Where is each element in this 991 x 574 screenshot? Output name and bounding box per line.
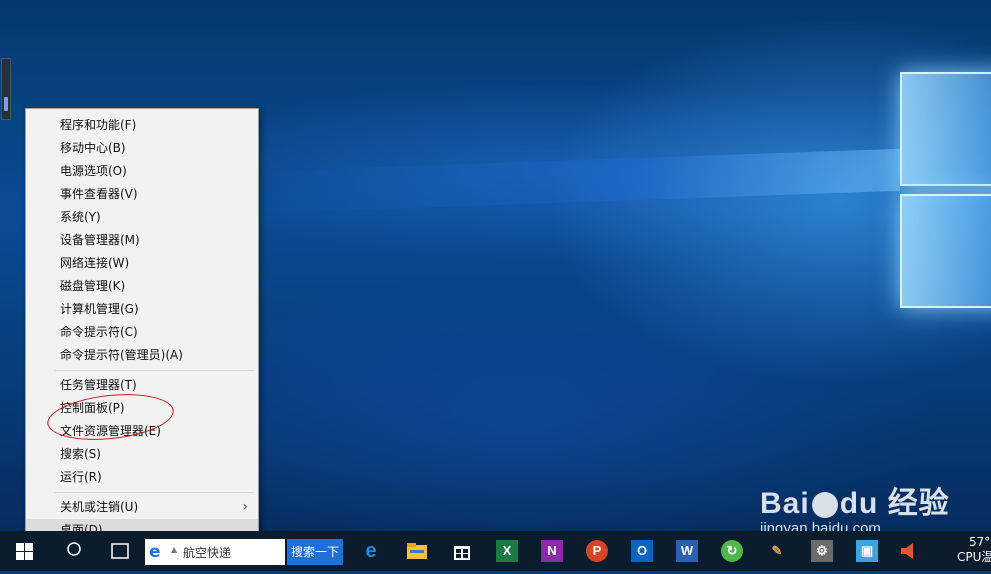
search-icon <box>67 542 81 556</box>
win-x-context-menu: 程序和功能(F) 移动中心(B) 电源选项(O) 事件查看器(V) 系统(Y) … <box>25 108 259 546</box>
menu-item-label: 网络连接(W) <box>60 256 130 270</box>
start-button[interactable] <box>0 531 48 571</box>
menu-item-label: 关机或注销(U) <box>60 500 139 514</box>
toolbar-search-box[interactable]: e ▲ 航空快递 <box>145 539 285 565</box>
menu-item-computer-management[interactable]: 计算机管理(G) <box>26 298 258 321</box>
menu-item-label: 任务管理器(T) <box>60 378 137 392</box>
onenote-icon[interactable]: N <box>541 540 563 562</box>
ie-e-icon: e <box>149 542 161 562</box>
menu-item-shutdown-signout[interactable]: 关机或注销(U) › <box>26 496 258 519</box>
remote-desktop-icon[interactable]: ▣ <box>856 540 878 562</box>
menu-item-power-options[interactable]: 电源选项(O) <box>26 160 258 183</box>
excel-icon[interactable]: X <box>496 540 518 562</box>
menu-item-control-panel[interactable]: 控制面板(P) <box>26 397 258 420</box>
menu-item-label: 设备管理器(M) <box>60 233 140 247</box>
menu-item-label: 计算机管理(G) <box>60 302 139 316</box>
search-submit-button[interactable]: 搜索一下 <box>287 539 343 565</box>
word-icon[interactable]: W <box>676 540 698 562</box>
paint-palette-icon[interactable]: ✎ <box>766 540 788 562</box>
powerpoint-icon[interactable]: P <box>586 540 608 562</box>
menu-item-system[interactable]: 系统(Y) <box>26 206 258 229</box>
task-view-button[interactable] <box>100 531 140 571</box>
menu-item-label: 文件资源管理器(E) <box>60 424 161 438</box>
scroll-thumb[interactable] <box>4 97 8 111</box>
outlook-icon[interactable]: O <box>631 540 653 562</box>
menu-item-label: 事件查看器(V) <box>60 187 138 201</box>
menu-item-mobility-center[interactable]: 移动中心(B) <box>26 137 258 160</box>
task-view-icon <box>111 543 129 559</box>
cpu-temp-readout: 57°C CPU温 <box>957 535 991 565</box>
menu-item-label: 控制面板(P) <box>60 401 125 415</box>
edge-icon[interactable]: e <box>360 540 382 562</box>
cpu-temp-label: CPU温 <box>957 550 991 564</box>
menu-separator <box>54 370 254 371</box>
search-input[interactable]: 航空快递 <box>183 544 231 561</box>
menu-item-network-connections[interactable]: 网络连接(W) <box>26 252 258 275</box>
watermark-brand-left: Bai <box>760 487 810 520</box>
menu-item-command-prompt-admin[interactable]: 命令提示符(管理员)(A) <box>26 344 258 367</box>
chevron-up-icon: ▲ <box>171 545 178 554</box>
menu-item-label: 运行(R) <box>60 470 102 484</box>
windows-logo-wallpaper <box>900 72 991 312</box>
watermark-brand-mid: du <box>839 487 879 520</box>
file-explorer-icon[interactable] <box>406 540 428 562</box>
menu-item-command-prompt[interactable]: 命令提示符(C) <box>26 321 258 344</box>
menu-item-task-manager[interactable]: 任务管理器(T) <box>26 374 258 397</box>
menu-item-label: 系统(Y) <box>60 210 101 224</box>
settings-gear-icon[interactable]: ⚙ <box>811 540 833 562</box>
menu-item-event-viewer[interactable]: 事件查看器(V) <box>26 183 258 206</box>
cpu-temp-value: 57°C <box>969 535 991 549</box>
speaker-icon[interactable] <box>897 540 919 562</box>
menu-item-label: 命令提示符(C) <box>60 325 138 339</box>
watermark-brand: Bai du 经验 <box>760 488 950 520</box>
menu-item-label: 搜索(S) <box>60 447 101 461</box>
menu-item-label: 磁盘管理(K) <box>60 279 126 293</box>
menu-item-device-manager[interactable]: 设备管理器(M) <box>26 229 258 252</box>
menu-item-label: 命令提示符(管理员)(A) <box>60 348 183 362</box>
menu-item-label: 电源选项(O) <box>60 164 127 178</box>
logo-pane-bottom <box>900 194 991 308</box>
menu-item-disk-management[interactable]: 磁盘管理(K) <box>26 275 258 298</box>
menu-item-search[interactable]: 搜索(S) <box>26 443 258 466</box>
baidu-paw-icon <box>811 492 838 519</box>
logo-pane-top <box>900 72 991 186</box>
menu-item-label: 移动中心(B) <box>60 141 126 155</box>
menu-item-programs-features[interactable]: 程序和功能(F) <box>26 114 258 137</box>
watermark-brand-right: 经验 <box>887 487 950 520</box>
refresh-app-icon[interactable]: ↻ <box>721 540 743 562</box>
menu-item-run[interactable]: 运行(R) <box>26 466 258 489</box>
chevron-right-icon: › <box>242 499 248 515</box>
menu-item-label: 程序和功能(F) <box>60 118 137 132</box>
left-edge-scrollbar[interactable] <box>1 58 11 120</box>
cortana-search-button[interactable] <box>58 531 98 571</box>
store-icon[interactable] <box>451 540 473 562</box>
taskbar: e ▲ 航空快递 搜索一下 e X N P O W ↻ ✎ ⚙ ▣ 57°C C… <box>0 531 991 571</box>
wallpaper-light-beam <box>260 148 900 214</box>
menu-item-file-explorer[interactable]: 文件资源管理器(E) <box>26 420 258 443</box>
menu-separator <box>54 492 254 493</box>
